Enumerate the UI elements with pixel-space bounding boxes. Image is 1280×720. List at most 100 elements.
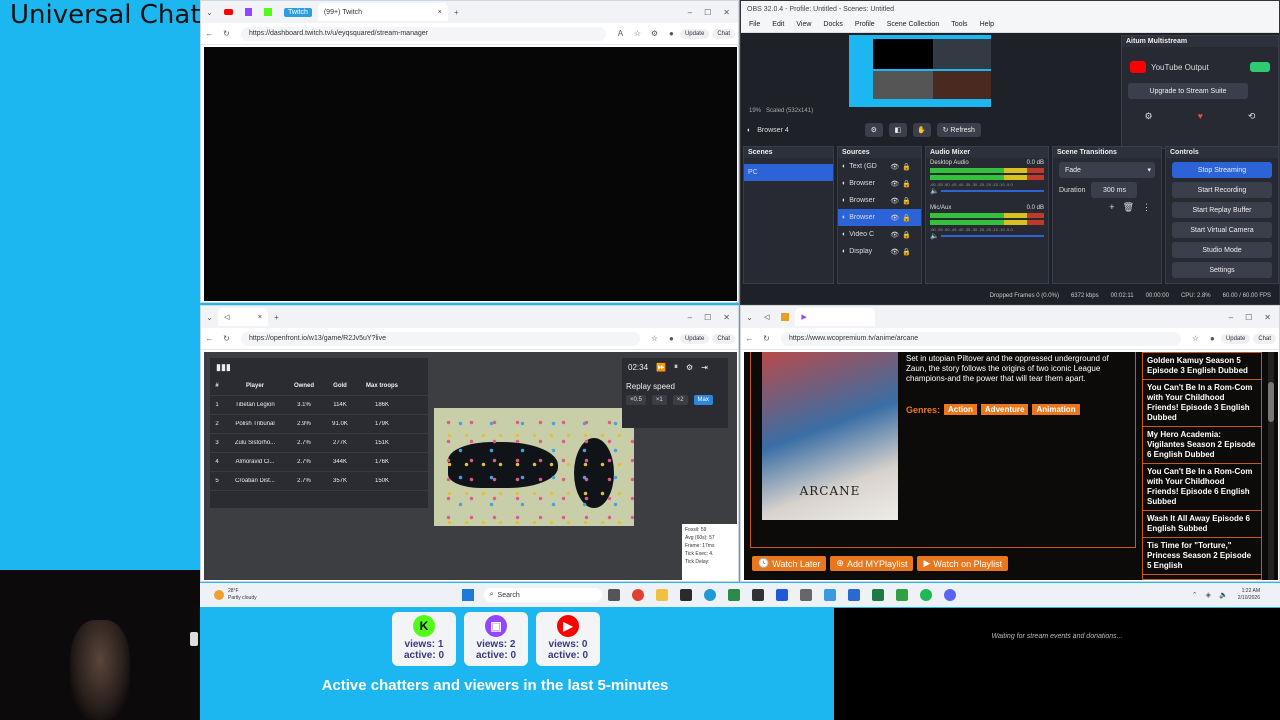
source-item[interactable]: ◐ Text (GD 👁 🔒 <box>838 158 921 175</box>
lock-icon[interactable]: 🔒 <box>902 231 911 239</box>
menu-item[interactable]: File <box>749 21 760 28</box>
url-field[interactable]: https://dashboard.twitch.tv/u/eyqsquared… <box>241 26 606 41</box>
new-tab-icon[interactable]: + <box>451 7 462 18</box>
chat-button[interactable]: Chat <box>712 28 735 39</box>
chat-button[interactable]: Chat <box>1253 333 1276 344</box>
scene-item[interactable]: PC <box>744 164 833 181</box>
stop-streaming-button[interactable]: Stop Streaming <box>1172 162 1272 178</box>
tab-muted[interactable]: ◁ <box>758 308 775 326</box>
chevron-down-icon[interactable]: ⌄ <box>204 312 215 323</box>
app-icon[interactable] <box>775 589 788 601</box>
back-icon[interactable]: ← <box>744 333 755 344</box>
update-button[interactable]: Update <box>679 28 710 39</box>
lock-icon[interactable]: 🔒 <box>902 248 911 256</box>
leaderboard-icon[interactable]: ▮▮▮ <box>210 358 428 377</box>
edge-icon[interactable] <box>703 589 716 601</box>
speaker-icon[interactable]: 🔈 <box>930 232 939 240</box>
chat-button[interactable]: Chat <box>712 333 735 344</box>
genre-tag[interactable]: Animation <box>1032 404 1080 415</box>
tab-youtube[interactable] <box>218 3 239 21</box>
anime-poster[interactable]: ARCANE <box>762 352 898 520</box>
column-header[interactable]: # <box>210 383 224 389</box>
close-window-icon[interactable]: ✕ <box>1264 313 1271 322</box>
speaker-icon[interactable]: 🔈 <box>930 187 939 195</box>
app-icon[interactable] <box>727 589 740 601</box>
lock-icon[interactable]: 🔒 <box>902 197 911 205</box>
studio-mode-button[interactable]: Studio Mode <box>1172 242 1272 258</box>
settings-gear-icon[interactable]: ⚙ <box>1145 111 1153 122</box>
source-item[interactable]: ◐ Display 👁 🔒 <box>838 243 921 260</box>
favorite-icon[interactable]: ☆ <box>649 333 660 344</box>
properties-button[interactable]: ⚙ <box>864 123 883 137</box>
minimize-icon[interactable]: – <box>1229 313 1233 322</box>
source-item[interactable]: ◐ Browser 👁 🔒 <box>838 209 921 226</box>
menu-item[interactable]: View <box>796 21 811 28</box>
start-virtual-camera-button[interactable]: Start Virtual Camera <box>1172 222 1272 238</box>
tab-twitch-badge[interactable]: Twitch <box>278 3 318 21</box>
tab-anime[interactable]: ▶ <box>795 308 876 326</box>
chevron-up-icon[interactable]: ⌃ <box>1192 591 1198 599</box>
minimize-icon[interactable]: – <box>688 313 692 322</box>
visibility-icon[interactable]: 👁 <box>890 231 899 239</box>
column-header[interactable]: Gold <box>322 383 358 389</box>
close-window-icon[interactable]: ✕ <box>723 313 730 322</box>
chevron-down-icon[interactable]: ⌄ <box>744 312 755 323</box>
update-button[interactable]: Update <box>679 333 710 344</box>
chevron-down-icon[interactable]: ⌄ <box>204 7 215 18</box>
tab-openfront[interactable]: ◁ × <box>218 308 268 326</box>
column-header[interactable]: Owned <box>286 383 322 389</box>
visibility-icon[interactable]: 👁 <box>890 248 899 256</box>
network-icon[interactable]: ◈ <box>1206 591 1211 599</box>
add-playlist-button[interactable]: ⊕ Add MYPlaylist <box>830 556 914 571</box>
app-icon[interactable] <box>751 589 764 601</box>
search-box[interactable]: ⌕ Search <box>483 588 602 602</box>
upgrade-button[interactable]: Upgrade to Stream Suite <box>1128 83 1248 99</box>
column-header[interactable]: Player <box>224 383 286 389</box>
app-icon[interactable] <box>799 589 812 601</box>
more-icon[interactable]: ⋮ <box>1142 202 1151 213</box>
episode-link[interactable]: Tis Time for "Torture," Princess Season … <box>1143 538 1261 575</box>
chrome-icon[interactable] <box>631 589 644 601</box>
source-item[interactable]: ◐ Video C 👁 🔒 <box>838 226 921 243</box>
tab-twitch-mini[interactable] <box>239 3 258 21</box>
update-button[interactable]: Update <box>1220 333 1251 344</box>
weather-icon[interactable] <box>214 590 224 600</box>
minimize-icon[interactable]: – <box>688 8 692 17</box>
tab-kick[interactable] <box>258 3 278 21</box>
tab-twitch-dashboard[interactable]: (99+) Twitch × <box>317 3 448 21</box>
app-icon[interactable] <box>895 589 908 601</box>
url-field[interactable]: https://www.wcopremium.tv/anime/arcane <box>781 331 1181 346</box>
settings-button[interactable]: Settings <box>1172 262 1272 278</box>
refresh-button[interactable]: ↻ Refresh <box>936 123 981 137</box>
read-aloud-icon[interactable]: A <box>615 28 626 39</box>
speed-button[interactable]: ×1 <box>651 395 667 405</box>
speed-button[interactable]: Max <box>693 395 713 405</box>
watch-later-button[interactable]: 🕓 Watch Later <box>752 556 827 571</box>
visibility-icon[interactable]: 👁 <box>890 163 899 171</box>
task-view-icon[interactable] <box>607 589 620 601</box>
new-tab-icon[interactable]: + <box>271 312 282 323</box>
weather-widget[interactable]: 28°F Partly cloudy <box>228 588 257 602</box>
speed-button[interactable]: ×0.5 <box>626 395 646 405</box>
fast-forward-icon[interactable]: ⏩ <box>656 363 666 372</box>
watch-playlist-button[interactable]: ▶ Watch on Playlist <box>917 556 1009 571</box>
favorite-icon[interactable]: ☆ <box>632 28 643 39</box>
refresh-icon[interactable]: ↻ <box>761 333 772 344</box>
close-window-icon[interactable]: ✕ <box>723 8 730 17</box>
add-icon[interactable]: + <box>1109 202 1114 213</box>
lock-icon[interactable]: 🔒 <box>902 180 911 188</box>
volume-icon[interactable]: 🔈 <box>1219 591 1228 599</box>
spotify-icon[interactable] <box>919 589 932 601</box>
favorite-icon[interactable]: ☆ <box>1190 333 1201 344</box>
tab-folder[interactable] <box>775 308 795 326</box>
profile-icon[interactable]: ● <box>666 28 677 39</box>
profile-icon[interactable]: ● <box>666 333 677 344</box>
menu-item[interactable]: Tools <box>951 21 967 28</box>
url-field[interactable]: https://openfront.io/w13/game/R2Jv5uY?li… <box>241 331 640 346</box>
speed-button[interactable]: ×2 <box>672 395 688 405</box>
explorer-icon[interactable] <box>655 589 668 601</box>
app-icon[interactable] <box>871 589 884 601</box>
menu-item[interactable]: Docks <box>823 21 842 28</box>
episode-link[interactable]: You Can't Be In a Rom-Com with Your Chil… <box>1143 464 1261 511</box>
menu-item[interactable]: Profile <box>855 21 875 28</box>
